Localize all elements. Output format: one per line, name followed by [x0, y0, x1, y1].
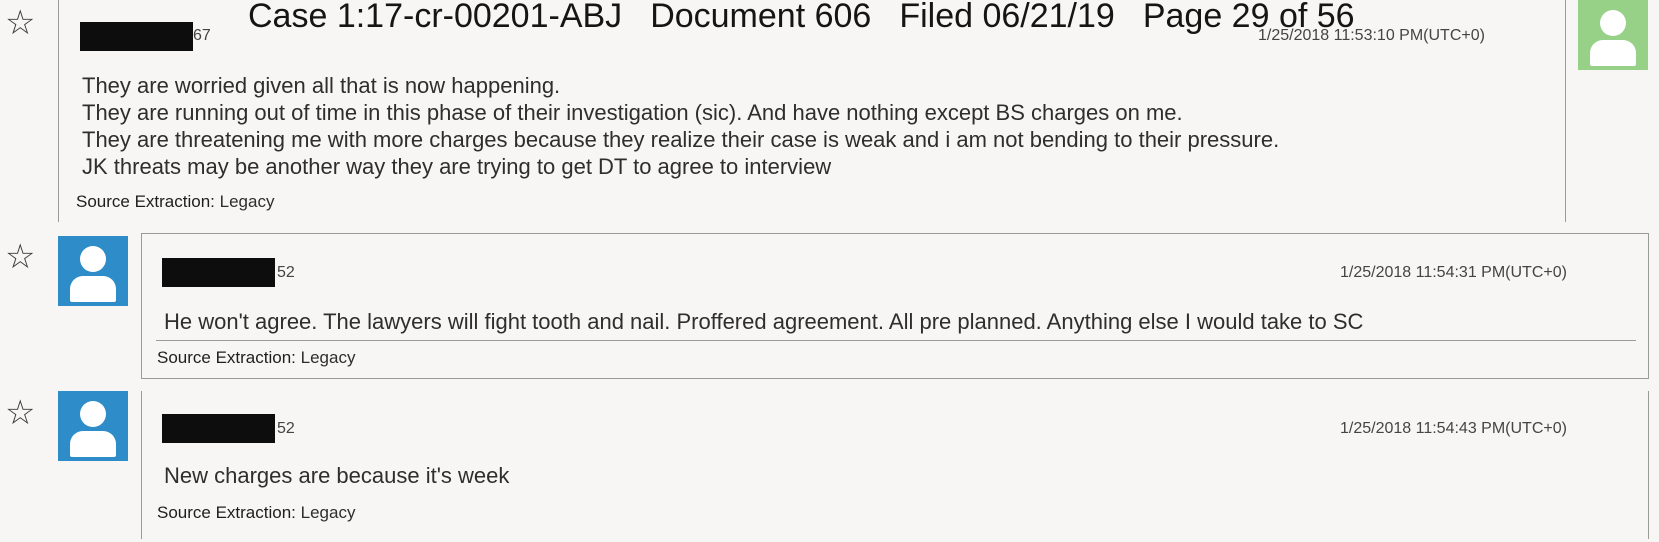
source-label: Source Extraction: [157, 348, 296, 367]
source-label: Source Extraction: [76, 192, 215, 211]
redacted-sender [80, 22, 193, 51]
star-icon[interactable]: ☆ [5, 6, 35, 40]
message-line: JK threats may be another way they are t… [82, 154, 832, 179]
source-extraction: Source Extraction: Legacy [76, 192, 274, 212]
avatar-icon [1578, 0, 1648, 70]
sender-suffix: 52 [277, 264, 295, 281]
message-line: He won't agree. The lawyers will fight t… [164, 309, 1364, 334]
page-number: Page 29 of 56 [1142, 0, 1355, 35]
document-number: Document 606 [650, 0, 872, 35]
star-icon[interactable]: ☆ [5, 240, 35, 274]
redacted-sender [162, 414, 275, 443]
source-extraction: Source Extraction: Legacy [157, 503, 355, 523]
message-line: They are worried given all that is now h… [82, 73, 561, 98]
redacted-sender [162, 258, 275, 287]
message-line: New charges are because it's week [164, 463, 510, 488]
source-value: Legacy [300, 503, 356, 522]
court-filing-header: Case 1:17-cr-00201-ABJ Document 606 Filed … [248, 0, 1355, 36]
avatar-icon [58, 236, 128, 306]
message-divider [141, 391, 142, 539]
message-divider [58, 0, 59, 222]
source-value: Legacy [300, 348, 356, 367]
message-timestamp: 1/25/2018 11:54:31 PM(UTC+0) [1340, 264, 1567, 281]
sender-suffix: 67 [193, 27, 211, 44]
message-body: They are worried given all that is now h… [82, 72, 1279, 180]
source-divider [156, 340, 1636, 341]
message-divider-right [1565, 0, 1566, 222]
source-label: Source Extraction: [157, 503, 296, 522]
case-number: Case 1:17-cr-00201-ABJ [248, 0, 623, 35]
message-line: They are running out of time in this pha… [82, 100, 1183, 125]
message-timestamp: 1/25/2018 11:54:43 PM(UTC+0) [1340, 420, 1567, 437]
message-bubble [141, 233, 1649, 379]
message-line: They are threatening me with more charge… [82, 127, 1280, 152]
sender-suffix: 52 [277, 420, 295, 437]
avatar-icon [58, 391, 128, 461]
message-divider-right [1648, 391, 1649, 539]
star-icon[interactable]: ☆ [5, 396, 35, 430]
filed-date: Filed 06/21/19 [899, 0, 1115, 35]
source-value: Legacy [219, 192, 275, 211]
source-extraction: Source Extraction: Legacy [157, 348, 355, 368]
